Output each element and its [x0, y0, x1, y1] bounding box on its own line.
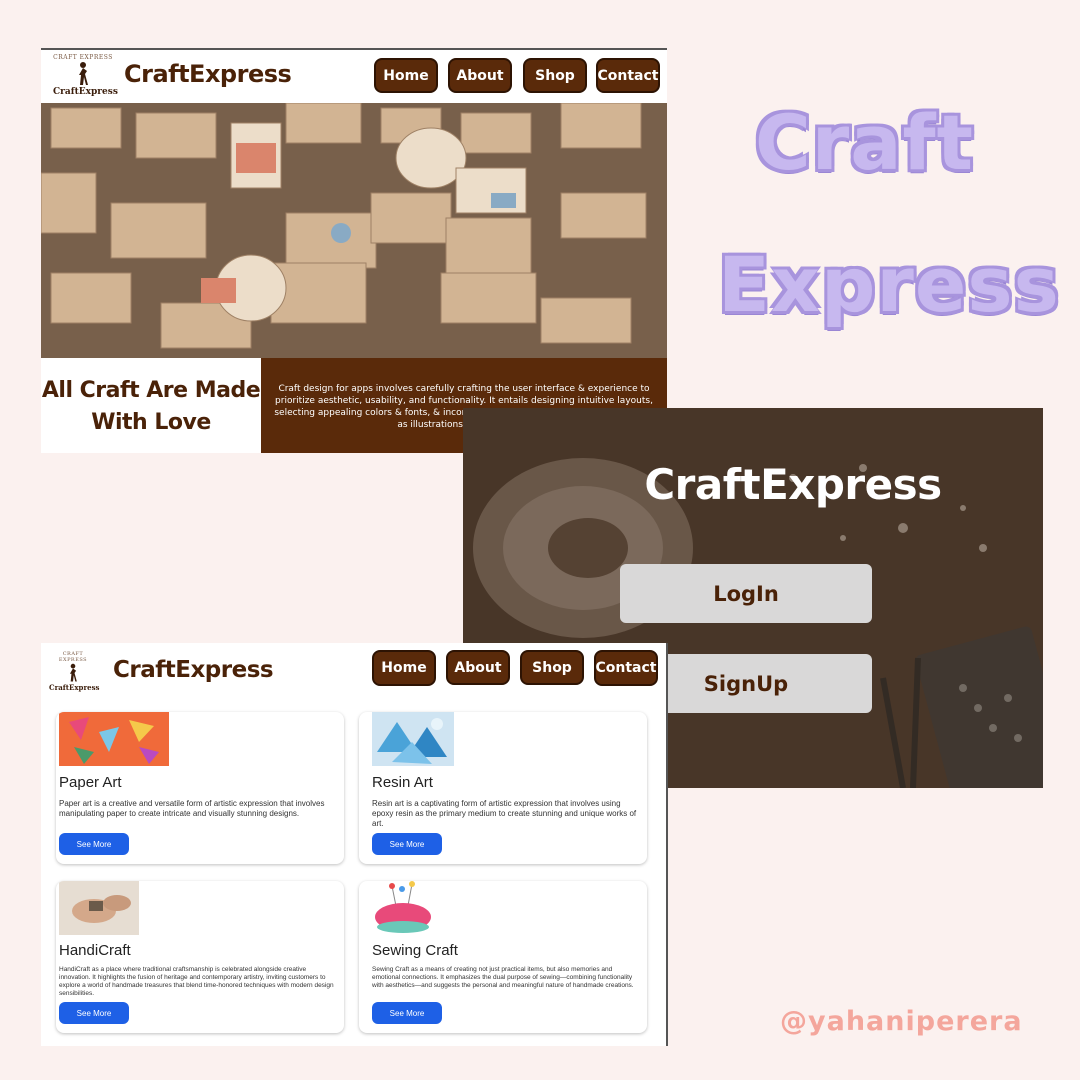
product-card-handicraft: HandiCraft HandiCraft as a place where t… [56, 881, 344, 1033]
artisan-figure-icon [79, 62, 88, 85]
logo-word: CraftExpress [49, 683, 100, 692]
card-description: HandiCraft as a place where traditional … [59, 966, 334, 997]
pincushion-image [372, 881, 434, 935]
login-button[interactable]: LogIn [620, 564, 872, 623]
logo-top-text: CRAFT EXPRESS [53, 54, 113, 61]
hero-headline: All Craft Are Made With Love [41, 375, 261, 439]
hero-headline-block: All Craft Are Made With Love [41, 358, 261, 453]
author-handle: @yahaniperera [780, 1006, 1023, 1037]
home-navbar: CRAFT EXPRESS CraftExpress CraftExpress … [41, 50, 667, 103]
card-description: Sewing Craft as a means of creating not … [372, 966, 634, 989]
artisan-figure-icon [69, 663, 77, 682]
see-more-button[interactable]: See More [372, 833, 442, 855]
side-title-express: Express [718, 240, 1060, 329]
nav-about-button[interactable]: About [448, 58, 512, 93]
login-brand-title: CraftExpress [644, 460, 942, 509]
hero-image-wooden-plaques [41, 103, 667, 358]
see-more-button[interactable]: See More [59, 833, 129, 855]
shop-brand-name: CraftExpress [113, 657, 274, 683]
see-more-button[interactable]: See More [59, 1002, 129, 1024]
nav-about-button[interactable]: About [446, 650, 510, 685]
nav-contact-button[interactable]: Contact [596, 58, 660, 93]
handicraft-image [59, 881, 139, 935]
nav-contact-button[interactable]: Contact [594, 650, 658, 686]
card-description: Paper art is a creative and versatile fo… [59, 799, 325, 818]
logo-word: CraftExpress [53, 87, 118, 97]
paper-origami-image [59, 712, 169, 766]
home-brand-name: CraftExpress [124, 60, 292, 88]
product-card-sewing-craft: Sewing Craft Sewing Craft as a means of … [359, 881, 647, 1033]
card-description: Resin art is a captivating form of artis… [372, 799, 637, 828]
nav-home-button[interactable]: Home [374, 58, 438, 93]
home-logo[interactable]: CRAFT EXPRESS CraftExpress [53, 54, 118, 97]
hero-headline-line2: With Love [91, 409, 211, 435]
side-title-craft: Craft [755, 98, 974, 187]
see-more-button[interactable]: See More [372, 1002, 442, 1024]
product-card-resin-art: Resin Art Resin art is a captivating for… [359, 712, 647, 864]
hero-headline-line1: All Craft Are Made [41, 377, 261, 403]
resin-art-image [372, 712, 454, 766]
card-title: HandiCraft [59, 942, 131, 959]
product-card-paper-art: Paper Art Paper art is a creative and ve… [56, 712, 344, 864]
logo-top-text: CRAFT EXPRESS [58, 651, 88, 663]
nav-shop-button[interactable]: Shop [523, 58, 587, 93]
nav-shop-button[interactable]: Shop [520, 650, 584, 685]
shop-navbar: CRAFT EXPRESS CraftExpress CraftExpress … [41, 643, 666, 703]
home-page-mockup: CRAFT EXPRESS CraftExpress CraftExpress … [41, 48, 667, 453]
card-title: Resin Art [372, 774, 433, 791]
shop-page-mockup: CRAFT EXPRESS CraftExpress CraftExpress … [41, 643, 668, 1046]
card-title: Paper Art [59, 774, 122, 791]
nav-home-button[interactable]: Home [372, 650, 436, 686]
shop-logo[interactable]: CRAFT EXPRESS CraftExpress [49, 651, 100, 692]
card-title: Sewing Craft [372, 942, 458, 959]
